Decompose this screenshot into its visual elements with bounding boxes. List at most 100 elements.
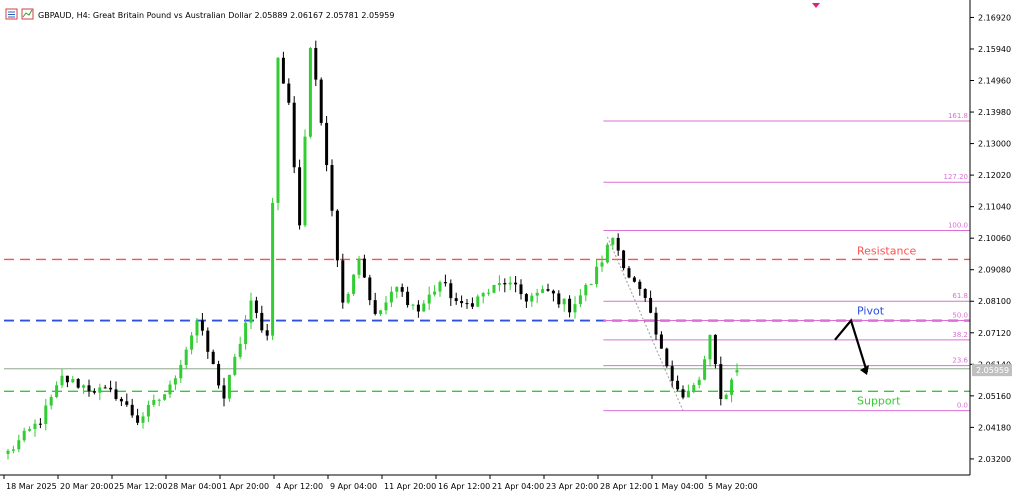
candle-body[interactable] [82, 385, 86, 388]
candle-body[interactable] [530, 295, 534, 302]
candle-body[interactable] [38, 423, 42, 425]
candle-body[interactable] [665, 348, 669, 367]
candle-body[interactable] [670, 366, 674, 381]
candle-body[interactable] [17, 440, 21, 450]
candle-body[interactable] [654, 312, 658, 335]
candle-body[interactable] [227, 374, 231, 399]
candle-body[interactable] [632, 277, 636, 282]
candle-body[interactable] [184, 349, 188, 365]
candle-body[interactable] [217, 364, 221, 386]
candle-body[interactable] [49, 397, 53, 406]
candle-body[interactable] [427, 294, 431, 304]
chart-indicator-icon[interactable] [21, 8, 34, 20]
candle-body[interactable] [60, 375, 64, 386]
candle-body[interactable] [470, 303, 474, 307]
candle-body[interactable] [200, 320, 204, 331]
candle-body[interactable] [454, 298, 458, 302]
candle-body[interactable] [595, 266, 599, 285]
candle-body[interactable] [589, 284, 593, 286]
candle-body[interactable] [416, 304, 420, 312]
candle-body[interactable] [465, 303, 469, 305]
candle-body[interactable] [249, 300, 253, 323]
candle-body[interactable] [568, 298, 572, 313]
candle-body[interactable] [460, 301, 464, 304]
candle-body[interactable] [578, 295, 582, 305]
candle-body[interactable] [157, 399, 161, 401]
candle-body[interactable] [211, 351, 215, 365]
candle-body[interactable] [125, 401, 129, 405]
candle-body[interactable] [638, 281, 642, 289]
candle-body[interactable] [362, 258, 366, 278]
candle-body[interactable] [676, 380, 680, 390]
candle-body[interactable] [605, 244, 609, 263]
candle-body[interactable] [492, 284, 496, 293]
candle-body[interactable] [308, 47, 312, 137]
candle-body[interactable] [692, 384, 696, 391]
candle-body[interactable] [735, 370, 739, 373]
candle-body[interactable] [55, 385, 59, 398]
candle-body[interactable] [65, 375, 69, 383]
candle-body[interactable] [514, 282, 518, 285]
candle-body[interactable] [481, 293, 485, 297]
candle-body[interactable] [6, 450, 10, 454]
candle-body[interactable] [535, 292, 539, 296]
candle-body[interactable] [379, 310, 383, 314]
candle-body[interactable] [503, 283, 507, 285]
candle-body[interactable] [719, 364, 723, 399]
candle-body[interactable] [314, 47, 318, 80]
candle-body[interactable] [11, 449, 15, 451]
candle-body[interactable] [254, 300, 258, 313]
candle-body[interactable] [222, 385, 226, 399]
candle-body[interactable] [519, 284, 523, 295]
candle-body[interactable] [195, 320, 199, 336]
candle-body[interactable] [190, 335, 194, 350]
candle-body[interactable] [584, 284, 588, 296]
candle-body[interactable] [406, 291, 410, 306]
candle-body[interactable] [389, 291, 393, 303]
candle-body[interactable] [659, 334, 663, 349]
candle-body[interactable] [643, 288, 647, 298]
candle-body[interactable] [44, 405, 48, 424]
candle-body[interactable] [681, 389, 685, 398]
candle-body[interactable] [562, 298, 566, 305]
candle-body[interactable] [611, 237, 615, 245]
candle-body[interactable] [173, 378, 177, 385]
candle-body[interactable] [508, 282, 512, 285]
candle-body[interactable] [163, 394, 167, 400]
candle-body[interactable] [438, 282, 442, 292]
chart-list-icon[interactable] [5, 8, 18, 20]
candle-body[interactable] [476, 296, 480, 307]
candle-body[interactable] [627, 268, 631, 278]
candle-body[interactable] [303, 136, 307, 226]
candle-body[interactable] [325, 122, 329, 166]
candle-body[interactable] [341, 260, 345, 303]
candle-body[interactable] [352, 274, 356, 294]
candle-body[interactable] [114, 389, 118, 399]
candle-body[interactable] [233, 356, 237, 375]
candle-body[interactable] [109, 387, 113, 390]
candle-body[interactable] [179, 364, 183, 379]
candle-body[interactable] [730, 379, 734, 395]
candle-body[interactable] [136, 415, 140, 423]
candle-body[interactable] [92, 391, 96, 393]
candle-body[interactable] [551, 290, 555, 294]
candle-body[interactable] [433, 291, 437, 295]
candle-body[interactable] [76, 379, 80, 388]
candle-body[interactable] [119, 398, 123, 402]
candle-body[interactable] [697, 379, 701, 385]
candle-body[interactable] [724, 394, 728, 399]
candle-body[interactable] [330, 165, 334, 211]
candle-body[interactable] [276, 57, 280, 203]
candle-body[interactable] [271, 202, 275, 336]
fib-trendline[interactable] [606, 236, 684, 411]
candle-body[interactable] [292, 102, 296, 168]
candle-body[interactable] [281, 57, 285, 84]
candle-body[interactable] [238, 343, 242, 357]
candle-body[interactable] [206, 330, 210, 352]
candle-body[interactable] [384, 302, 388, 311]
candle-body[interactable] [287, 83, 291, 103]
candle-body[interactable] [141, 416, 145, 423]
candle-body[interactable] [708, 334, 712, 360]
candle-body[interactable] [557, 293, 561, 305]
candle-body[interactable] [487, 292, 491, 294]
